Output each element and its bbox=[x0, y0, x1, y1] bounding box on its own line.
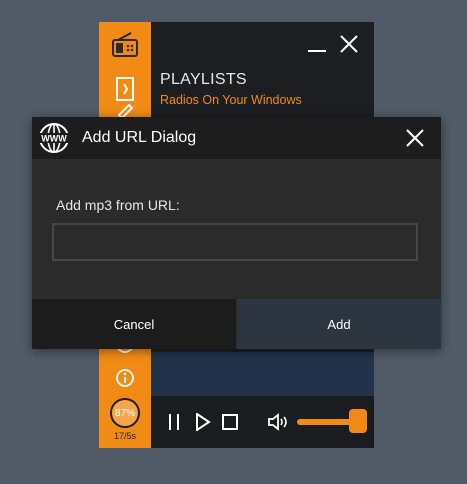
dialog-footer: Cancel Add bbox=[32, 299, 441, 349]
url-input[interactable] bbox=[52, 223, 418, 261]
volume-handle[interactable] bbox=[349, 409, 367, 433]
play-button[interactable] bbox=[193, 412, 213, 432]
player-titlebar bbox=[151, 22, 374, 66]
add-button[interactable]: Add bbox=[237, 299, 441, 349]
add-url-dialog: WWW Add URL Dialog Add mp3 from URL: Can… bbox=[32, 117, 441, 349]
cancel-button[interactable]: Cancel bbox=[32, 299, 236, 349]
playlist-list[interactable] bbox=[151, 352, 374, 396]
close-icon[interactable] bbox=[405, 128, 425, 148]
url-field-label: Add mp3 from URL: bbox=[56, 197, 180, 213]
playlist-header: PLAYLISTS Radios On Your Windows bbox=[151, 66, 374, 120]
playlist-title: PLAYLISTS bbox=[160, 71, 247, 88]
dialog-title: Add URL Dialog bbox=[82, 129, 197, 146]
radio-icon[interactable] bbox=[111, 31, 139, 59]
progress-percent: 87% bbox=[114, 407, 135, 419]
playlist-icon[interactable] bbox=[111, 75, 139, 103]
close-icon[interactable] bbox=[337, 32, 361, 56]
pause-button[interactable] bbox=[164, 412, 184, 432]
progress-indicator: 87% 17/5s bbox=[99, 396, 151, 448]
svg-text:WWW: WWW bbox=[41, 134, 67, 144]
volume-icon[interactable] bbox=[267, 412, 291, 432]
stop-button[interactable] bbox=[220, 412, 240, 432]
www-globe-icon: WWW bbox=[38, 123, 70, 153]
player-controls: 87% 17/5s bbox=[99, 396, 374, 448]
edit-icon[interactable] bbox=[111, 104, 139, 118]
time-label: 17/5s bbox=[113, 431, 137, 441]
info-icon[interactable] bbox=[111, 364, 139, 392]
progress-ring: 87% bbox=[110, 398, 140, 428]
playlist-subtitle: Radios On Your Windows bbox=[160, 93, 302, 107]
minimize-button[interactable] bbox=[305, 32, 329, 56]
dialog-titlebar: WWW Add URL Dialog bbox=[32, 117, 441, 159]
